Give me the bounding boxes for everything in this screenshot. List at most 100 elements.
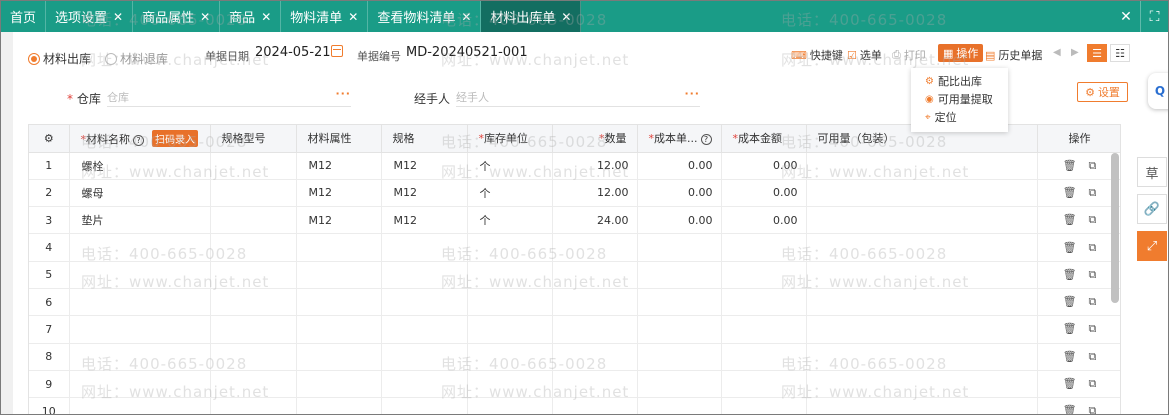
copy-row-icon[interactable]: ⧉ — [1089, 213, 1097, 227]
cell-unit[interactable] — [467, 397, 553, 414]
cell-quantity[interactable]: 12.00 — [552, 152, 638, 180]
cell-cost-amount[interactable] — [721, 343, 807, 371]
table-scrollbar[interactable] — [1111, 153, 1119, 303]
cell-unit-cost[interactable]: 0.00 — [637, 206, 722, 235]
prev-arrow-icon[interactable]: ◀ — [1053, 47, 1061, 58]
cell-cost-amount[interactable] — [721, 370, 807, 399]
list-view-icon[interactable]: ☰ — [1087, 44, 1107, 62]
next-arrow-icon[interactable]: ▶ — [1071, 47, 1079, 58]
cell-material-name[interactable] — [69, 233, 211, 262]
cell-cost-amount[interactable]: 0.00 — [721, 152, 807, 180]
cell-cost-amount[interactable]: 0.00 — [721, 206, 807, 235]
tab-product-attributes[interactable]: 商品属性 ✕ — [133, 1, 221, 32]
cell-unit[interactable]: 个 — [467, 206, 553, 235]
expand-icon[interactable]: ⤢ — [1137, 231, 1167, 261]
cell-available[interactable] — [806, 288, 1038, 317]
cell-unit[interactable] — [467, 343, 553, 371]
cell-model[interactable] — [210, 233, 297, 262]
cell-material-name[interactable] — [69, 315, 211, 344]
draft-note-icon[interactable]: 草 — [1137, 157, 1167, 187]
cell-quantity[interactable]: 12.00 — [552, 179, 638, 208]
cell-model[interactable] — [210, 397, 297, 414]
cell-quantity[interactable] — [552, 261, 638, 289]
delete-row-icon[interactable]: 🗑 — [1063, 268, 1077, 281]
copy-row-icon[interactable]: ⧉ — [1089, 186, 1097, 200]
cell-available[interactable] — [806, 233, 1038, 262]
cell-unit-cost[interactable]: 0.00 — [637, 179, 722, 208]
cell-unit-cost[interactable]: 0.00 — [637, 152, 722, 180]
cell-model[interactable] — [210, 179, 297, 208]
cell-attribute[interactable]: M12 — [296, 152, 382, 180]
cell-unit[interactable]: 个 — [467, 152, 553, 180]
delete-row-icon[interactable]: 🗑 — [1063, 350, 1077, 363]
delete-row-icon[interactable]: 🗑 — [1063, 186, 1077, 199]
cell-spec[interactable]: M12 — [381, 179, 468, 208]
tab-view-bom[interactable]: 查看物料清单 ✕ — [368, 1, 482, 32]
column-settings-icon[interactable]: ⚙ — [29, 125, 70, 153]
cell-material-name[interactable] — [69, 288, 211, 317]
cell-unit-cost[interactable] — [637, 288, 722, 317]
cell-quantity[interactable] — [552, 315, 638, 344]
copy-row-icon[interactable]: ⧉ — [1089, 404, 1097, 414]
cell-unit-cost[interactable] — [637, 343, 722, 371]
cell-cost-amount[interactable] — [721, 397, 807, 414]
menu-item-ratio-outbound[interactable]: ⚙ 配比出库 — [911, 72, 1008, 90]
cell-available[interactable] — [806, 397, 1038, 414]
copy-row-icon[interactable]: ⧉ — [1089, 268, 1097, 282]
help-icon[interactable]: ? — [133, 134, 144, 146]
table-row[interactable]: 10 🗑 ⧉ — [29, 397, 1120, 414]
tab-bom[interactable]: 物料清单 ✕ — [281, 1, 369, 32]
cell-model[interactable] — [210, 343, 297, 371]
tab-products[interactable]: 商品 ✕ — [220, 1, 282, 32]
cell-unit-cost[interactable] — [637, 370, 722, 399]
settings-button[interactable]: ⚙ 设置 — [1077, 82, 1128, 102]
cell-material-name[interactable] — [69, 397, 211, 414]
cell-quantity[interactable] — [552, 288, 638, 317]
scan-entry-button[interactable]: 扫码录入 — [152, 129, 198, 147]
tab-close-icon[interactable]: ✕ — [261, 10, 271, 24]
cell-unit[interactable] — [467, 370, 553, 399]
detail-view-icon[interactable]: ☷ — [1110, 44, 1130, 62]
copy-row-icon[interactable]: ⧉ — [1089, 159, 1097, 173]
print-button[interactable]: ⎙ 打印 — [892, 47, 926, 63]
cell-attribute[interactable] — [296, 261, 382, 289]
cell-quantity[interactable] — [552, 370, 638, 399]
tab-material-outbound[interactable]: 材料出库单 ✕ — [481, 1, 582, 32]
copy-row-icon[interactable]: ⧉ — [1089, 241, 1097, 255]
more-dots-icon[interactable]: ··· — [684, 87, 700, 100]
col-material-name[interactable]: *材料名称? 扫码录入 — [69, 125, 211, 153]
copy-row-icon[interactable]: ⧉ — [1089, 322, 1097, 336]
cell-model[interactable] — [210, 288, 297, 317]
cell-cost-amount[interactable] — [721, 315, 807, 344]
cell-quantity[interactable]: 24.00 — [552, 206, 638, 235]
cell-spec[interactable]: M12 — [381, 206, 468, 235]
tab-close-icon[interactable]: ✕ — [561, 10, 571, 24]
assistant-logo-icon[interactable]: Q — [1148, 73, 1168, 109]
cell-material-name[interactable] — [69, 261, 211, 289]
cell-available[interactable] — [806, 179, 1038, 208]
cell-model[interactable] — [210, 152, 297, 180]
delete-row-icon[interactable]: 🗑 — [1063, 404, 1077, 414]
cell-unit[interactable]: 个 — [467, 179, 553, 208]
handler-input[interactable]: 经手人 ··· — [456, 85, 700, 107]
table-row[interactable]: 8 🗑 ⧉ — [29, 343, 1120, 371]
cell-spec[interactable] — [381, 343, 468, 371]
cell-unit[interactable] — [467, 233, 553, 262]
cell-available[interactable] — [806, 206, 1038, 235]
cell-spec[interactable] — [381, 315, 468, 344]
cell-unit-cost[interactable] — [637, 315, 722, 344]
close-window-icon[interactable]: ✕ — [1112, 1, 1140, 32]
delete-row-icon[interactable]: 🗑 — [1063, 241, 1077, 254]
cell-available[interactable] — [806, 152, 1038, 180]
table-row[interactable]: 4 🗑 ⧉ — [29, 233, 1120, 262]
copy-row-icon[interactable]: ⧉ — [1089, 295, 1097, 309]
cell-material-name[interactable]: 螺栓 — [69, 152, 211, 180]
tab-options-settings[interactable]: 选项设置 ✕ — [46, 1, 134, 32]
cell-spec[interactable]: M12 — [381, 152, 468, 180]
table-row[interactable]: 6 🗑 ⧉ — [29, 288, 1120, 317]
copy-row-icon[interactable]: ⧉ — [1089, 377, 1097, 391]
cell-material-name[interactable] — [69, 343, 211, 371]
cell-attribute[interactable] — [296, 288, 382, 317]
menu-item-locate[interactable]: ⌖ 定位 — [911, 108, 1008, 126]
cell-cost-amount[interactable] — [721, 261, 807, 289]
